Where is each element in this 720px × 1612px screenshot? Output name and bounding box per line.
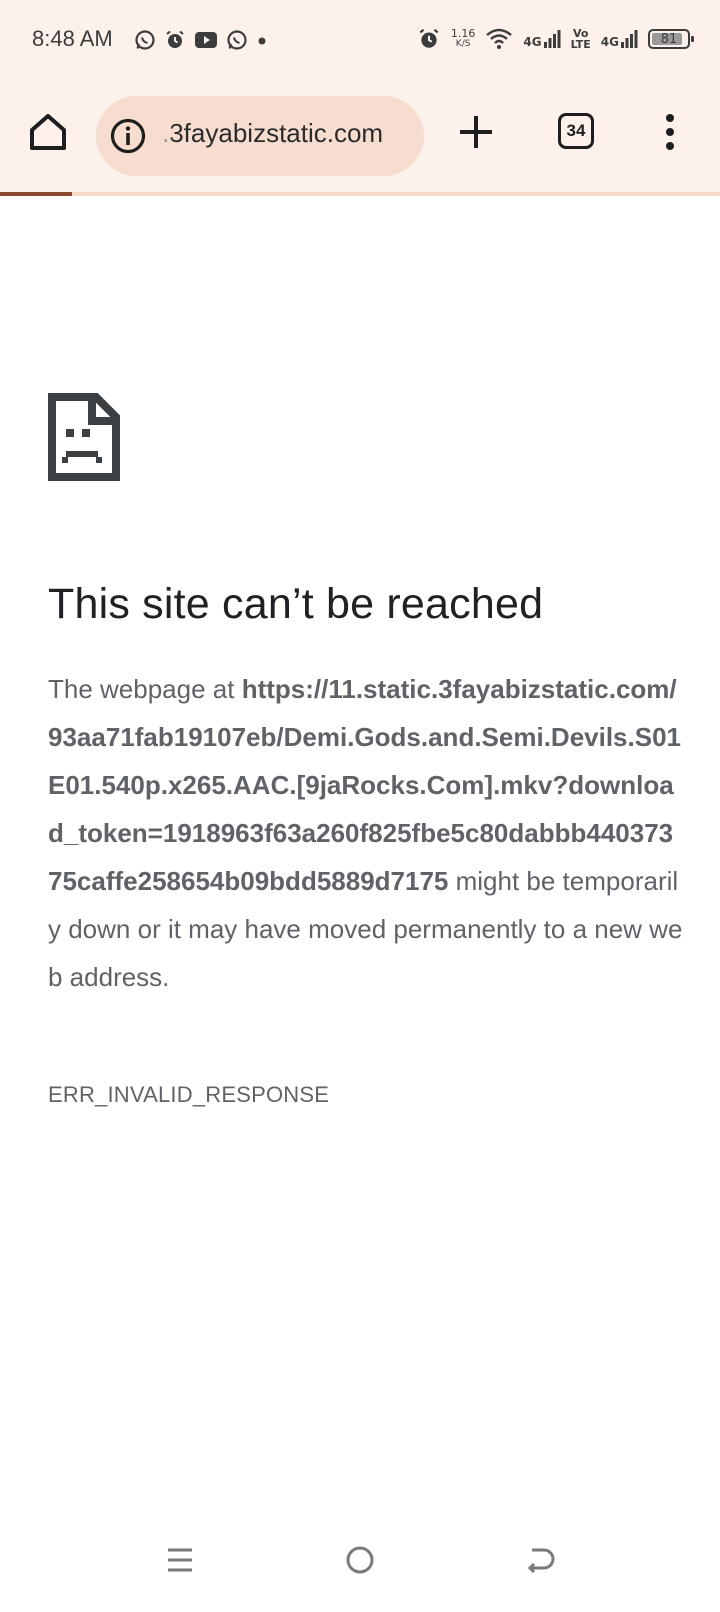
signal-2: 4G xyxy=(601,29,638,49)
error-description: The webpage at https://11.static.3fayabi… xyxy=(48,665,684,1001)
back-icon[interactable] xyxy=(522,1542,558,1578)
browser-top-bar: 8:48 AM 1.16 K/S 4G Vo LTE 4G 81 .3fayab… xyxy=(0,0,720,192)
recents-menu-icon[interactable] xyxy=(162,1542,198,1578)
status-time: 8:48 AM xyxy=(32,26,113,51)
error-code: ERR_INVALID_RESPONSE xyxy=(48,1082,330,1107)
sad-page-icon xyxy=(48,393,120,481)
dot-icon xyxy=(258,37,266,45)
signal-icon xyxy=(621,30,638,48)
youtube-icon xyxy=(195,32,217,48)
network-type-2: 4G xyxy=(600,35,619,49)
status-bar: 8:48 AM 1.16 K/S 4G Vo LTE 4G 81 xyxy=(0,0,720,80)
system-icons: 1.16 K/S 4G Vo LTE 4G 81 xyxy=(417,24,694,54)
network-type-1: 4G xyxy=(523,35,542,49)
more-menu-icon[interactable] xyxy=(660,110,680,154)
error-url: https://11.static.3fayabizstatic.com/93a… xyxy=(48,674,682,896)
browser-toolbar: .3fayabizstatic.com 34 xyxy=(0,92,720,176)
signal-1: 4G xyxy=(523,29,561,49)
system-nav-bar xyxy=(0,1520,720,1612)
whatsapp-icon xyxy=(227,30,247,50)
network-speed: 1.16 K/S xyxy=(451,28,476,50)
notification-icons xyxy=(134,26,268,54)
home-button[interactable] xyxy=(26,110,70,154)
url-text[interactable]: .3fayabizstatic.com xyxy=(162,118,412,149)
battery-level: 81 xyxy=(660,31,678,47)
error-title: This site can’t be reached xyxy=(48,580,544,628)
volte-indicator: Vo LTE xyxy=(571,28,591,50)
volte-bottom: LTE xyxy=(570,38,591,51)
tab-switcher-button[interactable]: 34 xyxy=(558,113,594,149)
address-bar[interactable]: .3fayabizstatic.com xyxy=(96,96,424,176)
url-fade xyxy=(160,116,174,156)
info-icon[interactable] xyxy=(110,118,146,154)
battery-icon: 81 xyxy=(648,29,694,49)
speed-unit: K/S xyxy=(455,39,471,49)
new-tab-button[interactable] xyxy=(456,112,496,152)
speed-value: 1.16 xyxy=(450,27,476,40)
home-circle-icon[interactable] xyxy=(342,1542,378,1578)
page-load-progress xyxy=(0,192,720,196)
error-intro: The webpage at xyxy=(48,674,242,704)
alarm-icon xyxy=(166,30,184,48)
alarm-icon xyxy=(419,28,439,48)
whatsapp-icon xyxy=(135,30,155,50)
progress-fill xyxy=(0,192,72,196)
signal-icon xyxy=(543,30,561,48)
wifi-icon xyxy=(486,28,513,49)
